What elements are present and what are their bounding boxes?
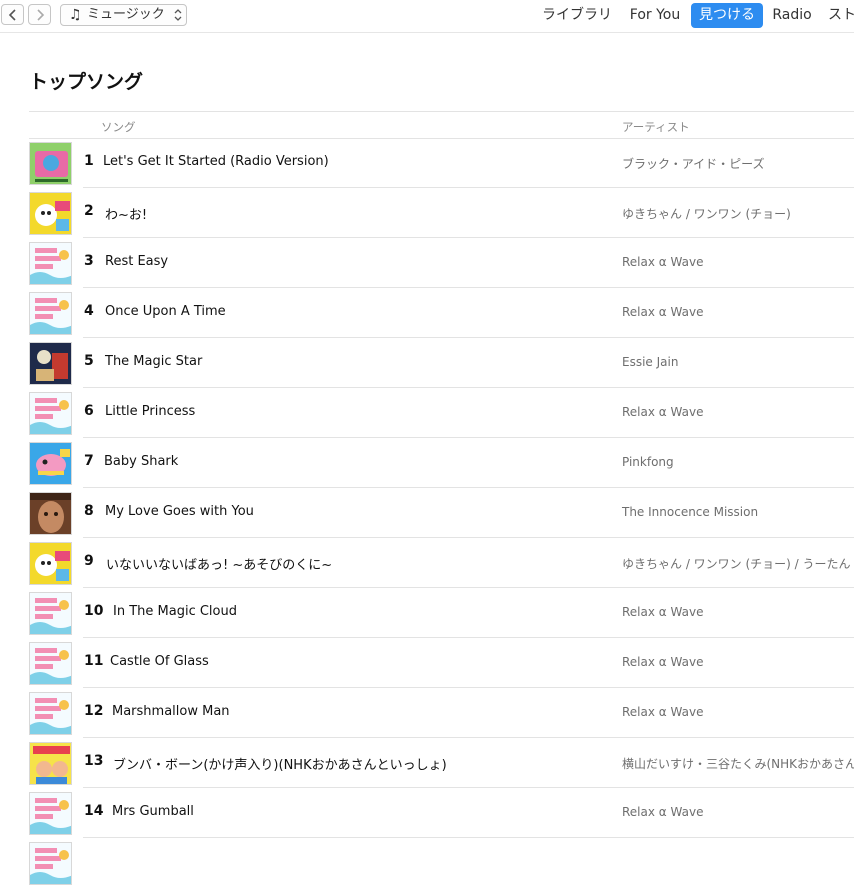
table-row[interactable]: 1 Let's Get It Started (Radio Version) ブラッ…: [0, 138, 854, 188]
album-artwork[interactable]: [29, 842, 72, 885]
song-artist[interactable]: 横山だいすけ・三谷たくみ(NHKおかあさんといっ: [622, 755, 854, 772]
song-artist[interactable]: Pinkfong: [622, 455, 674, 469]
song-title[interactable]: わ~お!: [105, 204, 147, 223]
nav-tabs: ライブラリ For You 見つける Radio スト: [0, 3, 854, 28]
album-artwork[interactable]: [29, 592, 72, 635]
album-artwork[interactable]: [29, 692, 72, 735]
song-rank: 4: [84, 303, 94, 319]
column-header-song[interactable]: ソング: [101, 119, 136, 135]
song-title[interactable]: いないいないばあっ! ~あそびのくに~: [106, 554, 332, 573]
song-artist[interactable]: Relax α Wave: [622, 705, 703, 719]
table-row[interactable]: 14 Mrs Gumball Relax α Wave: [0, 788, 854, 838]
song-artist[interactable]: Relax α Wave: [622, 305, 703, 319]
table-row[interactable]: 9 いないいないばあっ! ~あそびのくに~ ゆきちゃん / ワンワン (チョー) /…: [0, 538, 854, 588]
table-row[interactable]: 10 In The Magic Cloud Relax α Wave: [0, 588, 854, 638]
table-row[interactable]: 5 The Magic Star Essie Jain: [0, 338, 854, 388]
toolbar: ♫ ミュージック ライブラリ For You 見つける Radio スト: [0, 0, 854, 33]
song-title[interactable]: ブンバ・ボーン(かけ声入り)(NHKおかあさんといっしょ): [113, 754, 447, 773]
song-artist[interactable]: Relax α Wave: [622, 605, 703, 619]
album-artwork[interactable]: [29, 292, 72, 335]
table-row[interactable]: 11 Castle Of Glass Relax α Wave: [0, 638, 854, 688]
album-artwork[interactable]: [29, 492, 72, 535]
song-rank: 5: [84, 353, 94, 369]
album-artwork[interactable]: [29, 742, 72, 785]
album-artwork[interactable]: [29, 792, 72, 835]
column-header-artist[interactable]: アーティスト: [622, 119, 690, 135]
song-rank: 14: [84, 803, 104, 819]
column-header: ソング アーティスト: [29, 111, 854, 139]
song-rank: 6: [84, 403, 94, 419]
album-artwork[interactable]: [29, 392, 72, 435]
song-title[interactable]: Baby Shark: [104, 454, 178, 469]
table-row[interactable]: [0, 838, 854, 888]
song-rank: 8: [84, 503, 94, 519]
song-title[interactable]: Let's Get It Started (Radio Version): [103, 154, 329, 169]
song-artist[interactable]: Essie Jain: [622, 355, 678, 369]
table-row[interactable]: 12 Marshmallow Man Relax α Wave: [0, 688, 854, 738]
table-row[interactable]: 3 Rest Easy Relax α Wave: [0, 238, 854, 288]
song-title[interactable]: The Magic Star: [105, 354, 202, 369]
album-artwork[interactable]: [29, 442, 72, 485]
song-rank: 13: [84, 753, 104, 769]
song-rank: 12: [84, 703, 104, 719]
table-row[interactable]: 2 わ~お! ゆきちゃん / ワンワン (チョー): [0, 188, 854, 238]
album-artwork[interactable]: [29, 242, 72, 285]
song-title[interactable]: Castle Of Glass: [110, 654, 209, 669]
song-rank: 11: [84, 653, 104, 669]
song-rank: 1: [84, 153, 94, 169]
song-artist[interactable]: Relax α Wave: [622, 405, 703, 419]
song-title[interactable]: In The Magic Cloud: [113, 604, 237, 619]
song-artist[interactable]: ブラック・アイド・ピーズ: [622, 155, 765, 172]
page-title: トップソング: [29, 71, 144, 93]
song-rank: 3: [84, 253, 94, 269]
album-artwork[interactable]: [29, 542, 72, 585]
song-artist[interactable]: The Innocence Mission: [622, 505, 758, 519]
song-rank: 9: [84, 553, 94, 569]
song-artist[interactable]: Relax α Wave: [622, 655, 703, 669]
song-title[interactable]: My Love Goes with You: [105, 504, 254, 519]
table-row[interactable]: 7 Baby Shark Pinkfong: [0, 438, 854, 488]
tab-for-you[interactable]: For You: [624, 3, 686, 28]
album-artwork[interactable]: [29, 192, 72, 235]
song-rank: 2: [84, 203, 94, 219]
song-title[interactable]: Rest Easy: [105, 254, 168, 269]
tab-browse[interactable]: 見つける: [691, 3, 763, 28]
table-row[interactable]: 13 ブンバ・ボーン(かけ声入り)(NHKおかあさんといっしょ) 横山だいすけ・三谷…: [0, 738, 854, 788]
tab-library[interactable]: ライブラリ: [539, 3, 615, 28]
song-artist[interactable]: Relax α Wave: [622, 805, 703, 819]
album-artwork[interactable]: [29, 342, 72, 385]
song-rank: 10: [84, 603, 104, 619]
tab-radio[interactable]: Radio: [769, 3, 815, 28]
song-artist[interactable]: ゆきちゃん / ワンワン (チョー): [622, 205, 791, 222]
song-artist[interactable]: Relax α Wave: [622, 255, 703, 269]
song-title[interactable]: Marshmallow Man: [112, 704, 230, 719]
song-rank: 7: [84, 453, 94, 469]
tab-store[interactable]: スト: [828, 3, 854, 28]
song-title[interactable]: Once Upon A Time: [105, 304, 226, 319]
table-row[interactable]: 8 My Love Goes with You The Innocence Miss…: [0, 488, 854, 538]
album-artwork[interactable]: [29, 642, 72, 685]
song-title[interactable]: Mrs Gumball: [112, 804, 194, 819]
song-artist[interactable]: ゆきちゃん / ワンワン (チョー) / うーたん (間宮: [622, 555, 854, 572]
table-row[interactable]: 6 Little Princess Relax α Wave: [0, 388, 854, 438]
table-row[interactable]: 4 Once Upon A Time Relax α Wave: [0, 288, 854, 338]
album-artwork[interactable]: [29, 142, 72, 185]
song-title[interactable]: Little Princess: [105, 404, 195, 419]
